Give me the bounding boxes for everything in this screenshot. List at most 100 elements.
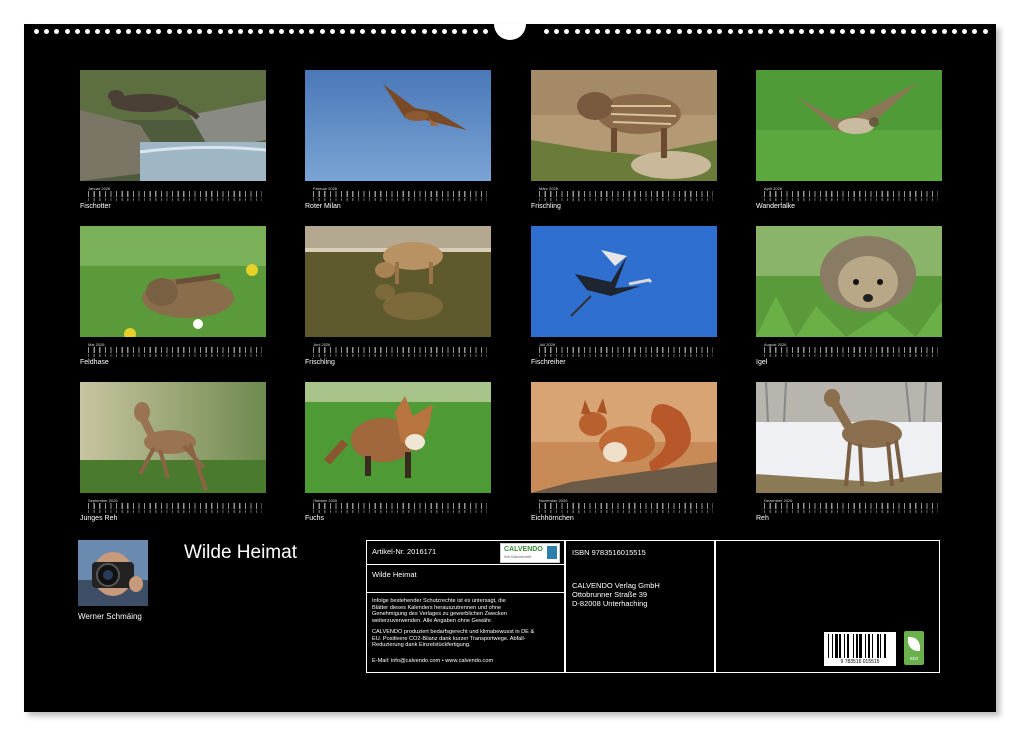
photo-caption: Igel [756,359,767,366]
binding-ring [452,29,457,34]
binding-ring [34,29,39,34]
binding-ring [218,29,223,34]
photo-otter [80,70,266,181]
binding-ring [636,29,641,34]
publisher-address: CALVENDO Verlag GmbH Ottobrunner Straße … [572,581,660,608]
binding-ring [666,29,671,34]
day-grid [88,503,262,509]
day-grid [313,503,487,509]
month-tile-december: Dezember 2026 Reh [756,382,942,493]
binding-ring [707,29,712,34]
binding-ring [401,29,406,34]
binding-ring [371,29,376,34]
binding-ring [105,29,110,34]
day-grid-weekdays [313,198,487,201]
binding-ring [462,29,467,34]
binding-ring [626,29,631,34]
binding-ring [758,29,763,34]
binding-ring [269,29,274,34]
article-number: Artikel-Nr. 2016171 [372,547,436,556]
binding-ring [595,29,600,34]
calvendo-logo: CALVENDO Ihre Kalenderwelt [500,543,560,563]
day-grid-weekdays [764,198,938,201]
day-grid [539,347,713,353]
binding-ring [207,29,212,34]
binding-ring [381,29,386,34]
binding-ring [187,29,192,34]
binding-ring [554,29,559,34]
binding-ring [544,29,549,34]
binding-ring [779,29,784,34]
binding-ring [717,29,722,34]
binding-ring [248,29,253,34]
month-tile-february: Februar 2026 Roter Milan [305,70,491,181]
binding-ring [799,29,804,34]
binding-ring [789,29,794,34]
day-grid [88,191,262,197]
photo-red-squirrel [531,382,717,493]
binding-ring [768,29,773,34]
binding-ring [575,29,580,34]
photo-young-deer [80,382,266,493]
day-grid [539,503,713,509]
photo-red-kite [305,70,491,181]
binding-ring [391,29,396,34]
photo-caption: Reh [756,515,769,522]
binding-ring [697,29,702,34]
calendar-back-cover: Januar 2026 Fischotter Februar 2026 Rote… [24,24,996,712]
binding-ring [156,29,161,34]
binding-ring [656,29,661,34]
binding-ring [299,29,304,34]
calendar-title: Wilde Heimat [184,542,297,564]
binding-ring [279,29,284,34]
author-photo [78,540,148,606]
binding-ring [146,29,151,34]
day-grid-weekdays [313,354,487,357]
month-tile-september: September 2026 Junges Reh [80,382,266,493]
author-name: Werner Schmäing [78,612,142,621]
binding-ring [228,29,233,34]
photo-caption: Fischotter [80,203,111,210]
legal-notice: Infolge bestehender Schutzrechte ist es … [372,598,507,624]
binding-ring [126,29,131,34]
eco-notice: CALVENDO produziert bedarfsgerecht und k… [372,629,534,649]
binding-ring [411,29,416,34]
month-tile-november: November 2026 Eichhörnchen [531,382,717,493]
isbn-barcode: 9 783516 015515 [824,632,896,666]
day-grid-weekdays [88,354,262,357]
photo-caption: Frischling [305,359,335,366]
photo-fox [305,382,491,493]
month-tile-march: März 2026 Frischling [531,70,717,181]
photo-peregrine-falcon [756,70,942,181]
month-tile-october: Oktober 2026 Fuchs [305,382,491,493]
binding-ring [167,29,172,34]
binding-ring [442,29,447,34]
photo-caption: Eichhörnchen [531,515,574,522]
photo-caption: Fuchs [305,515,324,522]
binding-ring [860,29,865,34]
binding-ring [238,29,243,34]
binding-ring [258,29,263,34]
photo-hedgehog [756,226,942,337]
photo-caption: Fischreiher [531,359,566,366]
binding-ring [819,29,824,34]
day-grid [539,191,713,197]
binding-ring [615,29,620,34]
binding-ring [350,29,355,34]
binding-ring [473,29,478,34]
month-tile-april: April 2026 Wanderfalke [756,70,942,181]
binding-ring [330,29,335,34]
day-grid [764,503,938,509]
binding-ring [340,29,345,34]
month-tile-june: Juni 2026 Frischling [305,226,491,337]
binding-ring [870,29,875,34]
binding-ring [646,29,651,34]
binding-ring [850,29,855,34]
binding-ring [809,29,814,34]
binding-ring [983,29,988,34]
day-grid-weekdays [88,198,262,201]
binding-ring [962,29,967,34]
binding-ring [605,29,610,34]
binding-ring [942,29,947,34]
binding-ring [483,29,488,34]
